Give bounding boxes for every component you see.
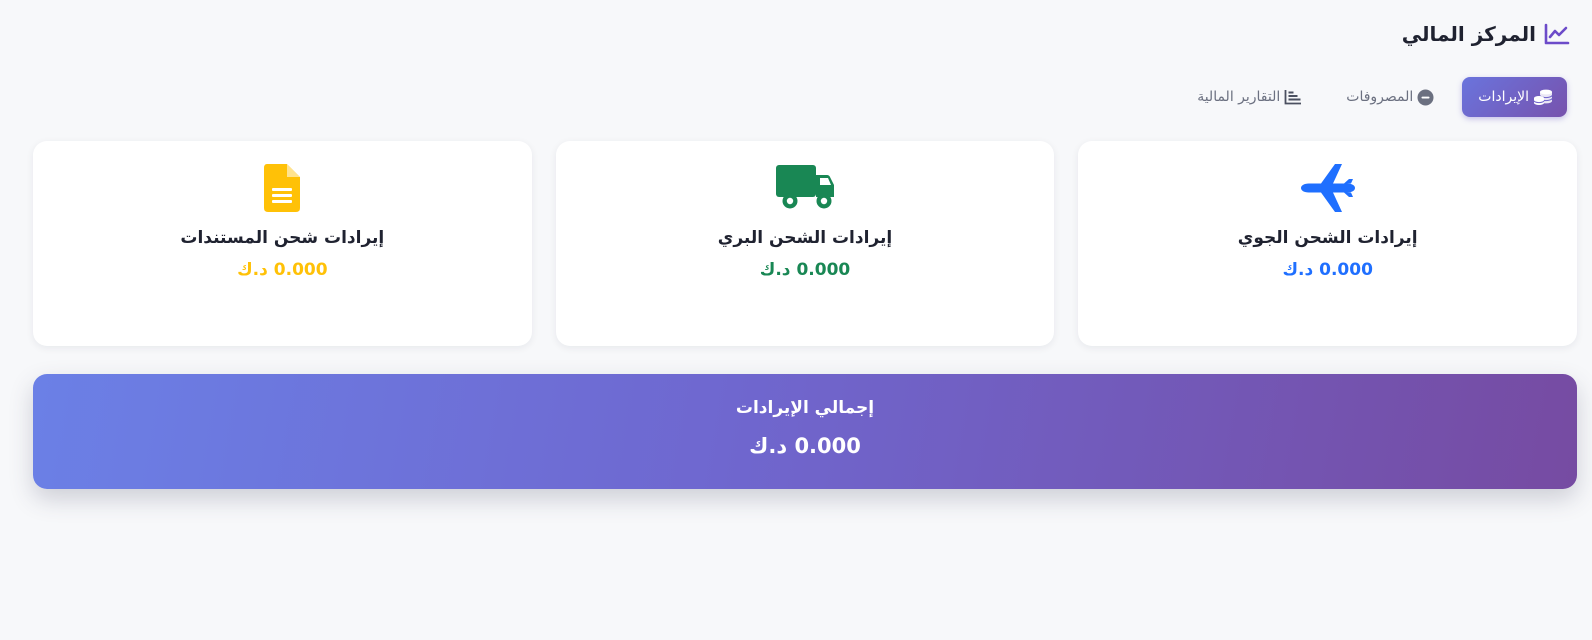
revenue-cards: إيرادات الشحن الجوي 0.000 د.ك إيرادات ال… [32,141,1577,346]
tab-revenues-label: الإيرادات [1478,89,1529,105]
total-revenue-title: إجمالي الإيرادات [735,398,875,418]
page-title: المركز المالي [1401,22,1536,46]
land-shipping-revenue-card: إيرادات الشحن البري 0.000 د.ك [555,141,1055,346]
tab-financial-reports[interactable]: التقارير المالية [1181,77,1316,117]
total-revenue-banner: إجمالي الإيرادات 0.000 د.ك [33,374,1577,489]
card-title: إيرادات شحن المستندات [180,228,385,248]
coins-icon [1533,88,1553,106]
report-chart-icon [1284,89,1302,105]
tab-expenses[interactable]: المصروفات [1330,77,1448,117]
card-amount: 0.000 د.ك [1282,260,1373,280]
tabs-bar: الإيرادات المصروفات التقارير المالية [1181,77,1567,117]
chart-line-icon [1544,23,1570,45]
plane-icon [1299,163,1357,213]
card-title: إيرادات الشحن البري [717,228,893,248]
card-title: إيرادات الشحن الجوي [1237,228,1418,248]
card-amount: 0.000 د.ك [237,260,328,280]
truck-icon [774,163,836,213]
total-revenue-amount: 0.000 د.ك [749,434,861,458]
documents-shipping-revenue-card: إيرادات شحن المستندات 0.000 د.ك [32,141,532,346]
air-shipping-revenue-card: إيرادات الشحن الجوي 0.000 د.ك [1078,141,1577,346]
tab-financial-reports-label: التقارير المالية [1197,89,1281,105]
tab-expenses-label: المصروفات [1346,89,1414,105]
minus-circle-icon [1417,89,1434,106]
document-icon [263,163,301,213]
card-amount: 0.000 د.ك [759,260,851,280]
financial-center-page: المركز المالي الإيرادات المصروفات التقار… [0,0,1592,640]
page-header: المركز المالي [1402,22,1570,46]
tab-revenues[interactable]: الإيرادات [1462,77,1567,117]
